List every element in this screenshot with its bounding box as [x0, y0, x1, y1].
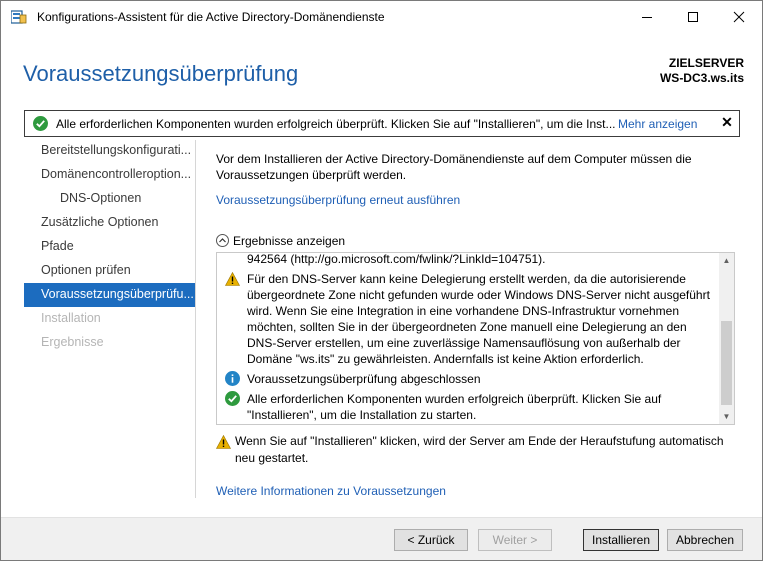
info-icon — [225, 371, 240, 386]
target-server-name: WS-DC3.ws.its — [659, 71, 744, 85]
wizard-header: Voraussetzungsüberprüfung ZIELSERVER WS-… — [1, 33, 762, 103]
success-check-icon — [33, 116, 48, 131]
nav-item-review-options[interactable]: Optionen prüfen — [24, 259, 196, 283]
nav-item-additional-options[interactable]: Zusätzliche Optionen — [24, 211, 196, 235]
nav-item-deployment-configuration[interactable]: Bereitstellungskonfigurati... — [24, 139, 196, 163]
dismiss-notification-icon[interactable]: ✕ — [719, 114, 735, 132]
results-list[interactable]: 942564 (http://go.microsoft.com/fwlink/?… — [216, 252, 735, 425]
restart-warning: Wenn Sie auf "Installieren" klicken, wir… — [216, 433, 736, 467]
scroll-down-icon[interactable]: ▼ — [719, 409, 734, 424]
maximize-icon — [688, 12, 698, 22]
nav-item-paths[interactable]: Pfade — [24, 235, 196, 259]
nav-divider — [195, 140, 196, 498]
back-button[interactable]: < Zurück — [394, 529, 468, 551]
rerun-prerequisites-link[interactable]: Voraussetzungsüberprüfung erneut ausführ… — [216, 193, 460, 207]
status-notification-bar: Alle erforderlichen Komponenten wurden e… — [24, 110, 740, 137]
nav-item-domain-controller-options[interactable]: Domänencontrolleroption... — [24, 163, 196, 187]
close-button[interactable] — [716, 1, 762, 33]
next-button: Weiter > — [478, 529, 552, 551]
show-more-link[interactable]: Mehr anzeigen — [618, 117, 697, 131]
cancel-button[interactable]: Abbrechen — [667, 529, 743, 551]
scrollbar-thumb[interactable] — [721, 321, 732, 405]
collapse-chevron-icon — [216, 234, 229, 247]
result-item: 942564 (http://go.microsoft.com/fwlink/?… — [247, 252, 546, 266]
wizard-footer: < Zurück Weiter > Installieren Abbrechen — [1, 517, 762, 560]
nav-item-prerequisites-check[interactable]: Voraussetzungsüberprüfu... — [24, 283, 196, 307]
close-icon — [733, 11, 745, 23]
result-item: Für den DNS-Server kann keine Delegierun… — [247, 272, 710, 366]
results-scrollbar[interactable]: ▲ ▼ — [719, 253, 734, 424]
result-item: Alle erforderlichen Komponenten wurden e… — [247, 392, 662, 422]
warning-icon — [216, 435, 231, 449]
nav-item-results: Ergebnisse — [41, 335, 104, 349]
restart-warning-text: Wenn Sie auf "Installieren" klicken, wir… — [235, 434, 724, 465]
minimize-button[interactable] — [624, 1, 670, 33]
result-item: Voraussetzungsüberprüfung abgeschlossen — [247, 372, 481, 386]
window-title: Konfigurations-Assistent für die Active … — [37, 10, 385, 24]
title-bar[interactable]: Konfigurations-Assistent für die Active … — [1, 1, 762, 33]
page-title: Voraussetzungsüberprüfung — [23, 61, 299, 86]
scroll-up-icon[interactable]: ▲ — [719, 253, 734, 268]
warning-icon — [225, 272, 240, 286]
nav-item-dns-options[interactable]: DNS-Optionen — [24, 187, 196, 211]
more-info-link[interactable]: Weitere Informationen zu Voraussetzungen — [216, 484, 446, 498]
wizard-window: Konfigurations-Assistent für die Active … — [0, 0, 763, 561]
minimize-icon — [642, 17, 652, 18]
maximize-button[interactable] — [670, 1, 716, 33]
notification-text: Alle erforderlichen Komponenten wurden e… — [56, 117, 616, 131]
install-button[interactable]: Installieren — [583, 529, 659, 551]
target-server-info: ZIELSERVER WS-DC3.ws.its — [660, 56, 744, 86]
target-server-caption: ZIELSERVER — [668, 56, 744, 70]
success-check-icon — [225, 391, 240, 406]
nav-item-installation: Installation — [41, 311, 101, 325]
intro-text: Vor dem Installieren der Active Director… — [216, 152, 692, 182]
results-toggle-label: Ergebnisse anzeigen — [233, 234, 346, 248]
server-manager-icon — [11, 10, 27, 24]
results-toggle[interactable]: Ergebnisse anzeigen — [216, 234, 345, 248]
